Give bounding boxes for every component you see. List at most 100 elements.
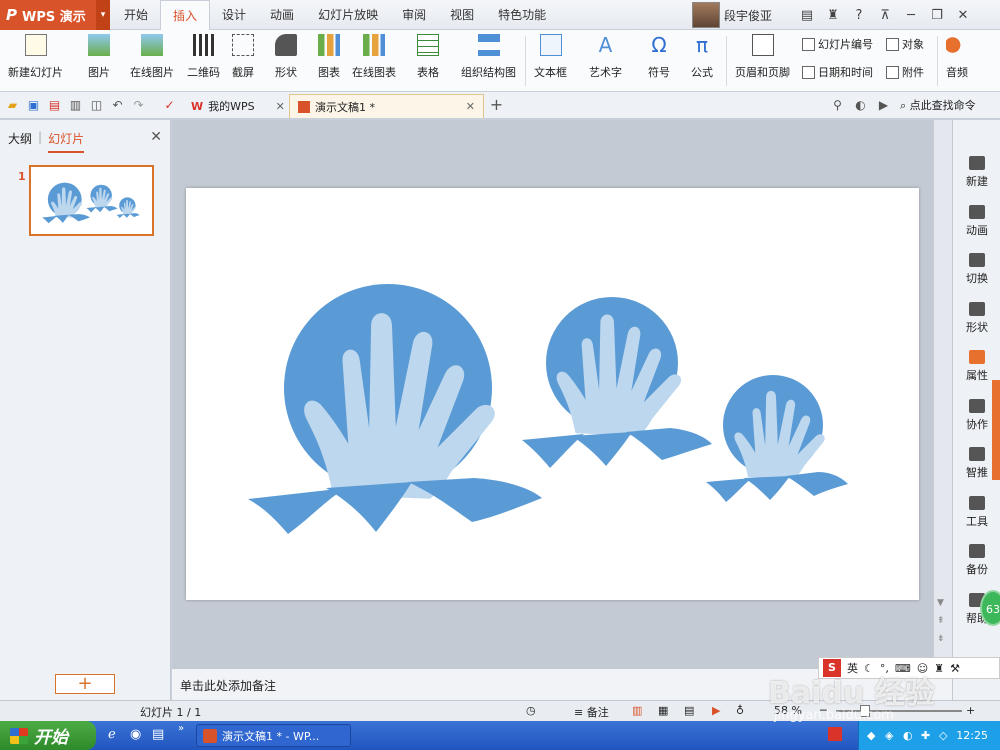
save-icon[interactable]: ▣ [26,98,41,112]
formula-button[interactable]: π 公式 [691,34,713,80]
skin-shirt-icon[interactable]: ♜ [934,662,944,675]
tab-1[interactable]: 插入 [160,0,211,31]
help-icon[interactable]: ? [850,8,868,23]
security-icon[interactable]: ◈ [885,729,893,742]
tab-7[interactable]: 特色功能 [486,0,558,30]
doc-tab-my-wps[interactable]: W 我的WPS ✕ [183,94,293,118]
doc-tab-presentation[interactable]: 演示文稿1 * ✕ [289,94,484,118]
close-icon[interactable]: ✕ [954,8,972,23]
reading-view-icon[interactable]: ▤ [684,704,694,717]
start-button[interactable]: 开始 [0,721,96,750]
restore-icon[interactable]: ❐ [928,8,946,23]
tab-outline[interactable]: 大纲 [8,130,32,153]
ie-icon[interactable]: ℯ [108,727,116,742]
export-pdf-icon[interactable]: ▤ [47,98,62,112]
vertical-scrollbar[interactable]: ▼ ⇞ ⇟ [934,120,952,668]
close-panel-icon[interactable]: ✕ [150,129,162,145]
pin-icon[interactable]: ⚲ [830,98,845,112]
undo-icon[interactable]: ↶ [110,98,125,112]
sidebar-item-3[interactable]: 形状 [953,301,1000,335]
avatar[interactable] [692,2,720,28]
tab-6[interactable]: 视图 [438,0,486,30]
next-slide-icon[interactable]: ⇟ [937,634,945,644]
minimize-icon[interactable]: ─ [902,8,920,23]
explorer-icon[interactable]: ◉ [130,727,141,742]
sidebar-item-1[interactable]: 动画 [953,204,1000,238]
slideshow-icon[interactable]: ▶ [712,704,720,717]
audio-button[interactable]: 音频 [946,34,968,80]
tab-4[interactable]: 幻灯片放映 [306,0,390,30]
symbol-button[interactable]: Ω 符号 [648,34,670,80]
date-time-button[interactable]: 日期和时间 [802,64,873,80]
antivirus-icon[interactable]: ✚ [921,729,930,742]
volume-icon[interactable]: ◐ [903,729,913,742]
collapse-ribbon-icon[interactable]: ⊼ [876,8,894,23]
textbox-button[interactable]: 文本框 [534,34,567,80]
customize-qat-icon[interactable]: ✓ [162,98,177,112]
add-slide-button[interactable]: + [55,674,115,694]
new-slide-button[interactable]: 新建幻灯片 [8,34,63,80]
sidebar-item-0[interactable]: 新建 [953,156,1000,189]
sidebar-expand-handle[interactable] [992,380,1000,480]
header-footer-button[interactable]: 页眉和页脚 [735,34,790,80]
attachment-button[interactable]: 附件 [886,64,924,80]
wordart-button[interactable]: A 艺术字 [589,34,622,80]
redo-icon[interactable]: ↷ [131,98,146,112]
online-chart-button[interactable]: 在线图表 [352,34,396,80]
close-tab-icon[interactable]: ✕ [466,100,475,113]
print-icon[interactable]: ▥ [68,98,83,112]
pin-tool-icon[interactable]: ♁ [736,704,744,717]
taskbar-item-presentation[interactable]: 演示文稿1 * - WP... [196,724,351,747]
quicklaunch-expand-icon[interactable]: » [178,723,184,734]
app-menu-button[interactable]: P WPS 演示 ▾ [0,0,110,30]
qrcode-button[interactable]: 二维码 [187,34,220,80]
normal-view-icon[interactable]: ▥ [632,704,642,717]
history-icon[interactable]: ◷ [526,704,536,717]
table-button[interactable]: 表格 [417,34,439,80]
shirt-icon[interactable]: ♜ [824,8,842,23]
notes-toggle-button[interactable]: ≡ 备注 [574,704,609,720]
app-menu-dropdown-icon[interactable]: ▾ [96,0,110,30]
online-picture-button[interactable]: 在线图片 [130,34,174,80]
command-search[interactable]: ⌕ 点此查找命令 [900,97,976,113]
tab-0[interactable]: 开始 [112,0,160,30]
notification-badge[interactable]: 63 [980,590,1000,626]
show-desktop-icon[interactable]: ▤ [152,727,164,742]
sidebar-item-2[interactable]: 切换 [953,253,1000,286]
wrench-icon[interactable]: ⚒ [950,662,960,675]
object-button[interactable]: 对象 [886,36,924,52]
slide-number-button[interactable]: 幻灯片编号 [802,36,873,52]
slide-sorter-icon[interactable]: ▦ [658,704,668,717]
slide-artwork[interactable] [186,188,919,600]
tab-2[interactable]: 设计 [210,0,258,30]
share-icon[interactable]: ▶ [876,98,891,112]
org-chart-button[interactable]: 组织结构图 [461,34,516,80]
skin-toggle-icon[interactable]: ◐ [853,98,868,112]
sidebar-item-7[interactable]: 工具 [953,495,1000,529]
skin-icon[interactable]: ▤ [798,8,816,23]
shield-icon[interactable]: ◇ [939,729,947,742]
shapes-button[interactable]: 形状 [275,34,297,80]
user-name[interactable]: 段宇俊亚 [724,7,772,24]
close-tab-icon[interactable]: ✕ [276,100,285,113]
tab-3[interactable]: 动画 [258,0,306,30]
picture-button[interactable]: 图片 [88,34,110,80]
sidebar-item-8[interactable]: 备份 [953,544,1000,577]
user-account[interactable]: 段宇俊亚 [692,0,772,30]
hands-in-bubbles-graphic[interactable] [248,284,848,534]
slide-thumbnail[interactable] [29,165,154,236]
tab-slides[interactable]: 幻灯片 [48,130,85,153]
previous-slide-icon[interactable]: ⇞ [937,616,945,626]
zoom-in-icon[interactable]: + [966,704,975,717]
screenshot-button[interactable]: 截屏 [232,34,254,80]
open-folder-icon[interactable]: ▰ [5,98,20,112]
sidebar-item-4[interactable]: 属性 [953,350,1000,383]
clock[interactable]: 12:25 [956,729,988,742]
network-icon[interactable]: ◆ [867,729,875,742]
print-preview-icon[interactable]: ◫ [89,98,104,112]
scroll-down-arrow-icon[interactable]: ▼ [937,598,944,608]
tab-5[interactable]: 审阅 [390,0,438,30]
sogou-tray-icon[interactable] [828,727,842,741]
slide-canvas[interactable] [186,188,919,600]
new-tab-button[interactable]: + [489,97,504,113]
